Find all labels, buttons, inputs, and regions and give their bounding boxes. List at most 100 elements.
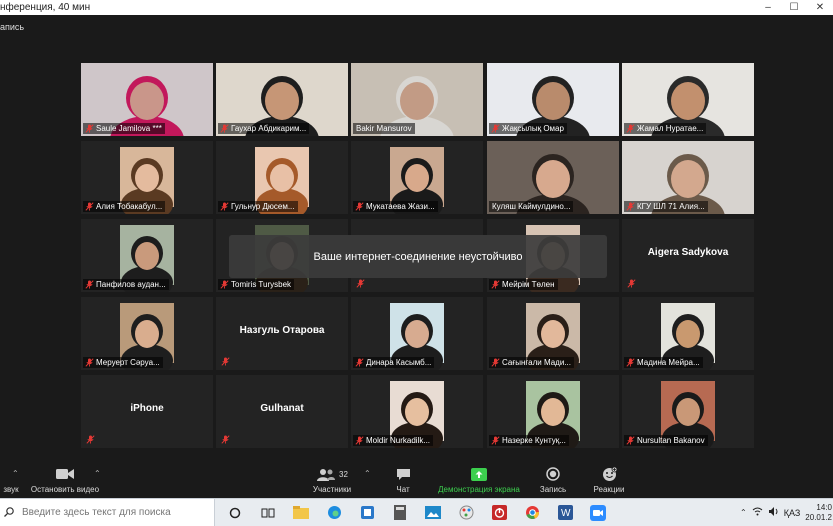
participant-video [526, 303, 580, 370]
participant-tile[interactable]: Nursultan Bakanov [622, 375, 754, 448]
audio-label: звук [3, 485, 19, 494]
participant-tile[interactable]: Мукатаева Жази... [351, 141, 483, 214]
participant-namebar: Куляш Каймулдино... [489, 201, 574, 212]
participant-namebar: Tomiris Turysbek [218, 279, 295, 290]
meeting-toolbar: ⌃ звук Остановить видео ⌃ 32 Участники ⌃… [0, 459, 833, 498]
file-explorer-icon[interactable] [288, 502, 314, 523]
calculator-icon[interactable] [387, 502, 413, 523]
clock-date: 20.01.2 [805, 512, 832, 522]
participant-namebar: КГУ ШЛ 71 Алия... [624, 201, 708, 212]
mic-muted-icon [625, 358, 635, 368]
word-icon[interactable]: W [552, 502, 578, 523]
participants-button[interactable]: 32 Участники [308, 466, 356, 494]
participant-namebar: Гаухар Абдикарим... [218, 123, 310, 134]
participant-tile[interactable]: КГУ ШЛ 71 Алия... [622, 141, 754, 214]
participant-face [405, 319, 429, 348]
participant-face [541, 319, 565, 348]
taskbar-clock[interactable]: 14:0 20.01.2 [805, 503, 833, 523]
participant-face [676, 319, 700, 348]
speaker-icon[interactable] [768, 507, 779, 518]
mic-muted-icon [219, 202, 229, 212]
participant-tile[interactable]: Moldir Nurkadilk... [351, 375, 483, 448]
participant-tile[interactable]: Saule Jamilova *** [81, 63, 213, 136]
participant-tile[interactable]: Назгуль Отарова [216, 297, 348, 370]
close-button[interactable]: ✕ [807, 0, 833, 15]
mic-muted-icon [354, 202, 364, 212]
mic-muted-icon [625, 124, 635, 134]
connection-warning-text: Ваше интернет-соединение неустойчиво [313, 250, 523, 263]
window-titlebar: нференция, 40 мин – ☐ ✕ [0, 0, 833, 15]
reactions-button[interactable]: Реакции [588, 466, 630, 494]
participant-tile[interactable]: Гульнур Дюсем... [216, 141, 348, 214]
input-language[interactable]: ҚАЗ [784, 508, 801, 518]
participant-name-display: Aigera Sadykova [647, 247, 729, 258]
share-screen-icon [434, 466, 524, 482]
mic-muted-icon [220, 356, 230, 366]
taskbar-search-input[interactable] [20, 506, 204, 519]
participant-tile[interactable]: Bakir Mansurov [351, 63, 483, 136]
participant-name: Алия Тобакабул... [96, 202, 163, 211]
participant-namebar: Жамал Нуратае... [624, 123, 707, 134]
chrome-icon[interactable] [519, 502, 545, 523]
participant-face [671, 82, 705, 121]
record-button[interactable]: Запись [536, 466, 570, 494]
audio-button[interactable]: звук [0, 466, 22, 494]
chat-label: Чат [396, 485, 410, 494]
taskbar-search[interactable] [0, 499, 215, 526]
participant-name: Меруерт Сәруа... [96, 358, 160, 367]
participant-tile[interactable]: Динара Касымб... [351, 297, 483, 370]
participant-tile[interactable]: Aigera Sadykova [622, 219, 754, 292]
recording-indicator: апись [0, 22, 25, 32]
participant-tile[interactable]: Жақсылық Омар [487, 63, 619, 136]
maximize-button[interactable]: ☐ [781, 0, 807, 15]
participant-tile[interactable]: Куляш Каймулдино... [487, 141, 619, 214]
wifi-icon[interactable] [752, 507, 763, 518]
participant-namebar: Гульнур Дюсем... [218, 201, 298, 212]
participant-name-display: Назгуль Отарова [239, 325, 325, 336]
store-icon[interactable] [354, 502, 380, 523]
participant-namebar: Nursultan Bakanov [624, 435, 708, 446]
stop-video-button[interactable]: Остановить видео [30, 466, 100, 494]
mic-muted-icon [219, 124, 229, 134]
video-options-caret[interactable]: ⌃ [94, 469, 101, 478]
participant-tile[interactable]: Gulhanat [216, 375, 348, 448]
participant-tile[interactable]: Панфилов аудан... [81, 219, 213, 292]
power-app-icon[interactable] [486, 502, 512, 523]
participant-tile[interactable]: Жамал Нуратае... [622, 63, 754, 136]
participant-name: Сағынгали Мади... [502, 358, 571, 367]
search-icon [4, 504, 14, 522]
participant-namebar: Панфилов аудан... [83, 279, 169, 290]
record-label: Запись [539, 485, 567, 494]
participant-tile[interactable]: Меруерт Сәруа... [81, 297, 213, 370]
participant-video [390, 381, 444, 448]
participant-tile[interactable]: Алия Тобакабул... [81, 141, 213, 214]
task-view-icon[interactable] [255, 502, 281, 523]
participant-tile[interactable]: Гаухар Абдикарим... [216, 63, 348, 136]
paint-icon[interactable] [453, 502, 479, 523]
participant-tile[interactable]: iPhone [81, 375, 213, 448]
mic-muted-icon [490, 436, 500, 446]
photos-app-icon[interactable] [420, 502, 446, 523]
participants-icon: 32 [308, 466, 356, 482]
participant-tile[interactable]: Мадина Мейра... [622, 297, 754, 370]
chat-button[interactable]: Чат [390, 466, 416, 494]
mic-muted-icon [490, 124, 500, 134]
tray-chevron-up-icon[interactable]: ⌃ [740, 508, 747, 517]
minimize-button[interactable]: – [755, 0, 781, 15]
connection-warning: Ваше интернет-соединение неустойчиво [229, 235, 607, 278]
zoom-icon[interactable] [585, 502, 611, 523]
participant-face [676, 397, 700, 426]
participant-tile[interactable]: Сағынгали Мади... [487, 297, 619, 370]
participant-namebar: Меруерт Сәруа... [83, 357, 163, 368]
participant-name: Saule Jamilova *** [96, 124, 162, 133]
share-screen-button[interactable]: Демонстрация экрана [434, 466, 524, 494]
cortana-icon[interactable] [222, 502, 248, 523]
edge-icon[interactable] [321, 502, 347, 523]
mic-muted-icon [354, 358, 364, 368]
participant-video [390, 303, 444, 370]
participants-label: Участники [312, 485, 352, 494]
participant-name: Назерке Кунтуқ... [502, 436, 566, 445]
participant-namebar: Назерке Кунтуқ... [489, 435, 569, 446]
participants-options-caret[interactable]: ⌃ [364, 469, 371, 478]
participant-tile[interactable]: Назерке Кунтуқ... [487, 375, 619, 448]
